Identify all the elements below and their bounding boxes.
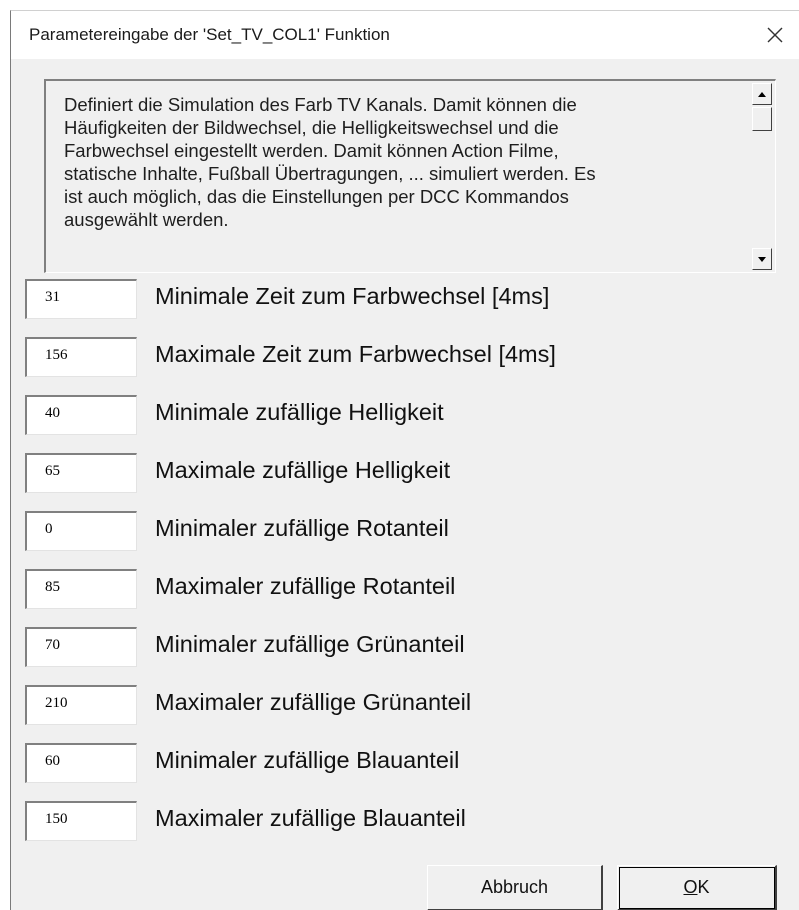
cancel-button[interactable]: Abbruch [427, 865, 603, 910]
max-color-time-label: Maximale Zeit zum Farbwechsel [4ms] [155, 341, 556, 367]
window-title: Parametereingabe der 'Set_TV_COL1' Funkt… [29, 25, 390, 44]
min-color-time-input[interactable]: 31 [25, 279, 137, 319]
max-green-label: Maximaler zufällige Grünanteil [155, 689, 472, 715]
arrow-down-icon [758, 256, 766, 262]
min-blue-label: Minimaler zufällige Blauanteil [155, 747, 460, 773]
min-red-input[interactable]: 0 [25, 511, 137, 551]
scroll-down-button[interactable] [752, 248, 772, 270]
cancel-button-label: Abbruch [480, 877, 549, 897]
min-blue-input[interactable]: 60 [25, 743, 137, 783]
max-green-input[interactable]: 210 [25, 685, 137, 725]
min-green-label: Minimaler zufällige Grünanteil [155, 631, 465, 657]
max-brightness-input[interactable]: 65 [25, 453, 137, 493]
max-brightness-label: Maximale zufällige Helligkeit [155, 457, 451, 483]
description-scrollbar[interactable] [749, 81, 775, 272]
description-text: Definiert die Simulation des Farb TV Kan… [64, 94, 596, 230]
max-red-input[interactable]: 85 [25, 569, 137, 609]
scroll-up-button[interactable] [752, 83, 772, 105]
parameter-dialog: Parametereingabe der 'Set_TV_COL1' Funkt… [10, 10, 799, 910]
scroll-thumb[interactable] [752, 107, 772, 131]
max-red-label: Maximaler zufällige Rotanteil [155, 573, 456, 599]
arrow-up-icon [758, 91, 766, 97]
min-green-input[interactable]: 70 [25, 627, 137, 667]
min-red-label: Minimaler zufällige Rotanteil [155, 515, 449, 541]
max-color-time-input[interactable]: 156 [25, 337, 137, 377]
close-button[interactable] [751, 11, 799, 59]
ok-mnemonic: O [683, 877, 698, 897]
max-blue-label: Maximaler zufällige Blauanteil [155, 805, 466, 831]
max-blue-input[interactable]: 150 [25, 801, 137, 841]
ok-button[interactable]: OK [617, 865, 777, 910]
description-textbox[interactable]: Definiert die Simulation des Farb TV Kan… [44, 79, 776, 273]
title-bar: Parametereingabe der 'Set_TV_COL1' Funkt… [11, 11, 799, 59]
close-icon [767, 27, 783, 43]
min-brightness-input[interactable]: 40 [25, 395, 137, 435]
ok-label-rest: K [697, 877, 710, 897]
min-color-time-label: Minimale Zeit zum Farbwechsel [4ms] [155, 283, 550, 309]
min-brightness-label: Minimale zufällige Helligkeit [155, 399, 444, 425]
